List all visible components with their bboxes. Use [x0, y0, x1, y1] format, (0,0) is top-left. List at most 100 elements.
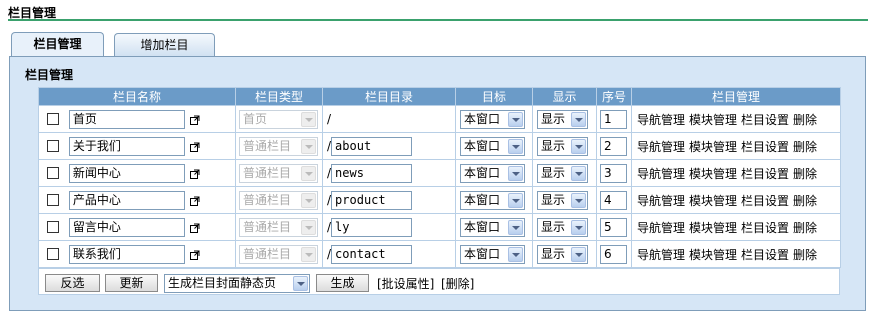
module-management-link[interactable]: 模块管理: [689, 221, 737, 235]
row-checkbox[interactable]: [47, 167, 59, 179]
column-type-select: 普通栏目: [239, 244, 318, 264]
cell-target: 本窗口: [455, 240, 533, 268]
chevron-down-icon: [508, 111, 523, 127]
open-link-icon[interactable]: [189, 114, 200, 125]
display-select[interactable]: 显示: [537, 109, 588, 129]
title-divider: [8, 19, 868, 21]
tab-column-management[interactable]: 栏目管理: [11, 32, 104, 57]
order-input[interactable]: 4: [600, 190, 627, 210]
column-name-input[interactable]: 首页: [68, 109, 185, 129]
column-type-value: 普通栏目: [243, 192, 292, 207]
open-link-icon[interactable]: [189, 222, 200, 233]
directory-input[interactable]: contact: [331, 244, 413, 264]
directory-input[interactable]: product: [331, 190, 413, 210]
nav-management-link[interactable]: 导航管理: [637, 194, 685, 208]
order-input[interactable]: 5: [600, 217, 627, 237]
cell-actions: 导航管理 模块管理 栏目设置 删除: [631, 186, 841, 214]
cell-name: 关于我们: [38, 132, 236, 160]
delete-selected-link[interactable]: [删除]: [441, 275, 474, 292]
row-checkbox[interactable]: [47, 248, 59, 260]
generate-button[interactable]: 生成: [316, 274, 369, 292]
cell-order: 2: [596, 132, 632, 160]
delete-link[interactable]: 删除: [793, 167, 817, 181]
table-row: 产品中心 普通栏目 / product 本窗口 显示 4 导航管理 模块管理 栏目设置 删除: [38, 186, 841, 214]
display-select[interactable]: 显示: [537, 136, 588, 156]
display-select[interactable]: 显示: [537, 163, 588, 183]
order-input[interactable]: 3: [600, 163, 627, 183]
chevron-down-icon: [301, 219, 316, 235]
delete-link[interactable]: 删除: [793, 248, 817, 262]
column-name-input[interactable]: 产品中心: [68, 190, 185, 210]
directory-prefix: /: [327, 112, 332, 126]
column-type-value: 普通栏目: [243, 219, 292, 234]
nav-management-link[interactable]: 导航管理: [637, 140, 685, 154]
column-name-input[interactable]: 关于我们: [68, 136, 185, 156]
display-select[interactable]: 显示: [537, 244, 588, 264]
nav-management-link[interactable]: 导航管理: [637, 167, 685, 181]
update-button[interactable]: 更新: [105, 274, 158, 292]
tab-add-column[interactable]: 增加栏目: [114, 33, 215, 57]
target-select[interactable]: 本窗口: [460, 163, 525, 183]
display-select[interactable]: 显示: [537, 190, 588, 210]
column-name-input[interactable]: 联系我们: [68, 244, 185, 264]
directory-input[interactable]: about: [331, 136, 413, 156]
module-management-link[interactable]: 模块管理: [689, 113, 737, 127]
order-input[interactable]: 1: [600, 109, 627, 129]
batch-attributes-link[interactable]: [批设属性]: [377, 275, 434, 292]
column-type-select: 普通栏目: [239, 217, 318, 237]
module-management-link[interactable]: 模块管理: [689, 194, 737, 208]
open-link-icon[interactable]: [189, 168, 200, 179]
directory-input[interactable]: news: [331, 163, 413, 183]
cell-name: 产品中心: [38, 186, 236, 214]
column-name-input[interactable]: 留言中心: [68, 217, 185, 237]
target-select[interactable]: 本窗口: [460, 190, 525, 210]
display-select[interactable]: 显示: [537, 217, 588, 237]
table-row: 首页 首页 / 本窗口 显示 1 导航管理 模块管理 栏目设置 删除: [38, 105, 841, 133]
target-select[interactable]: 本窗口: [460, 217, 525, 237]
nav-management-link[interactable]: 导航管理: [637, 113, 685, 127]
target-value: 本窗口: [464, 219, 501, 234]
generate-type-select[interactable]: 生成栏目封面静态页: [164, 274, 310, 293]
cell-directory: / about: [322, 132, 456, 160]
row-checkbox[interactable]: [47, 140, 59, 152]
module-management-link[interactable]: 模块管理: [689, 167, 737, 181]
panel-title: 栏目管理: [25, 68, 74, 82]
open-link-icon[interactable]: [189, 249, 200, 260]
row-checkbox[interactable]: [47, 221, 59, 233]
column-settings-link[interactable]: 栏目设置: [741, 113, 789, 127]
target-select[interactable]: 本窗口: [460, 244, 525, 264]
row-checkbox[interactable]: [47, 113, 59, 125]
nav-management-link[interactable]: 导航管理: [637, 248, 685, 262]
column-name-input[interactable]: 新闻中心: [68, 163, 185, 183]
module-management-link[interactable]: 模块管理: [689, 140, 737, 154]
target-select[interactable]: 本窗口: [460, 109, 525, 129]
delete-link[interactable]: 删除: [793, 221, 817, 235]
directory-input[interactable]: ly: [331, 217, 413, 237]
chevron-down-icon: [301, 165, 316, 181]
column-settings-link[interactable]: 栏目设置: [741, 221, 789, 235]
open-link-icon[interactable]: [189, 141, 200, 152]
column-type-value: 首页: [243, 111, 268, 126]
nav-management-link[interactable]: 导航管理: [637, 221, 685, 235]
column-settings-link[interactable]: 栏目设置: [741, 194, 789, 208]
chevron-down-icon: [571, 192, 586, 208]
order-input[interactable]: 6: [600, 244, 627, 264]
target-select[interactable]: 本窗口: [460, 136, 525, 156]
column-settings-link[interactable]: 栏目设置: [741, 248, 789, 262]
row-checkbox[interactable]: [47, 194, 59, 206]
delete-link[interactable]: 删除: [793, 140, 817, 154]
header-name: 栏目名称: [38, 87, 236, 106]
order-input[interactable]: 2: [600, 136, 627, 156]
delete-link[interactable]: 删除: [793, 113, 817, 127]
cell-display: 显示: [532, 159, 597, 187]
delete-link[interactable]: 删除: [793, 194, 817, 208]
column-settings-link[interactable]: 栏目设置: [741, 140, 789, 154]
cell-type: 普通栏目: [235, 186, 323, 214]
cell-actions: 导航管理 模块管理 栏目设置 删除: [631, 159, 841, 187]
target-value: 本窗口: [464, 165, 501, 180]
invert-selection-button[interactable]: 反选: [45, 274, 100, 292]
open-link-icon[interactable]: [189, 195, 200, 206]
cell-order: 1: [596, 105, 632, 133]
column-settings-link[interactable]: 栏目设置: [741, 167, 789, 181]
module-management-link[interactable]: 模块管理: [689, 248, 737, 262]
